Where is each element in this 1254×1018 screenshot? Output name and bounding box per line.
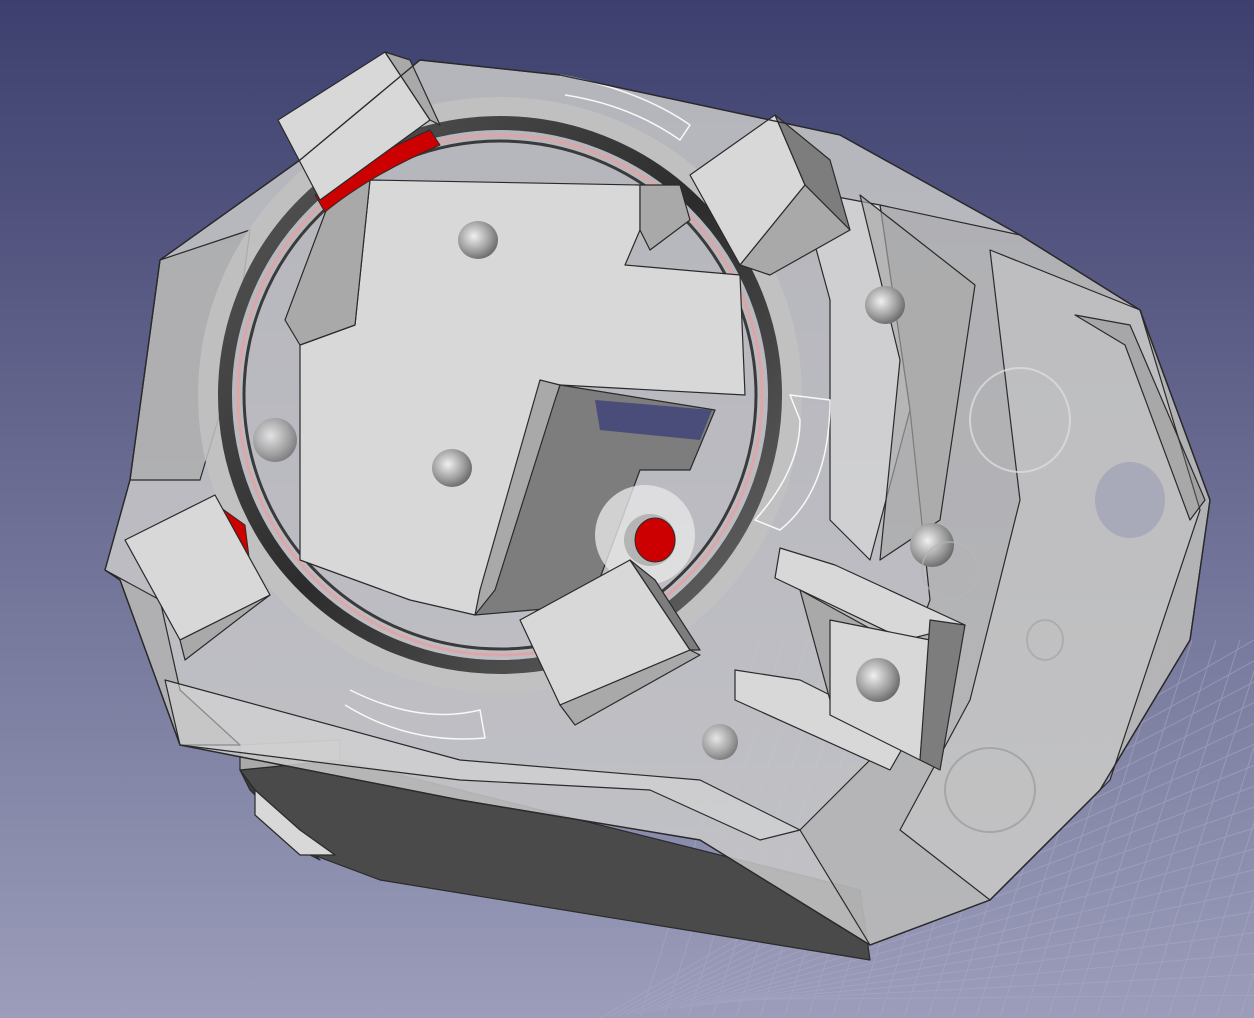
plate-hole-middle[interactable] — [432, 449, 472, 487]
plate-hole-top[interactable] — [458, 221, 498, 259]
right-bore-2 — [1095, 462, 1165, 538]
3d-viewport[interactable] — [0, 0, 1254, 1018]
side-bracket-hole[interactable] — [856, 658, 900, 702]
rib-hole-top[interactable] — [865, 286, 905, 324]
shaft-highlight[interactable] — [634, 517, 676, 563]
rib-hole-lower[interactable] — [702, 724, 738, 760]
rib-hole-middle[interactable] — [910, 523, 954, 567]
3d-scene[interactable] — [0, 0, 1254, 1018]
plate-hole-left[interactable] — [253, 418, 297, 462]
